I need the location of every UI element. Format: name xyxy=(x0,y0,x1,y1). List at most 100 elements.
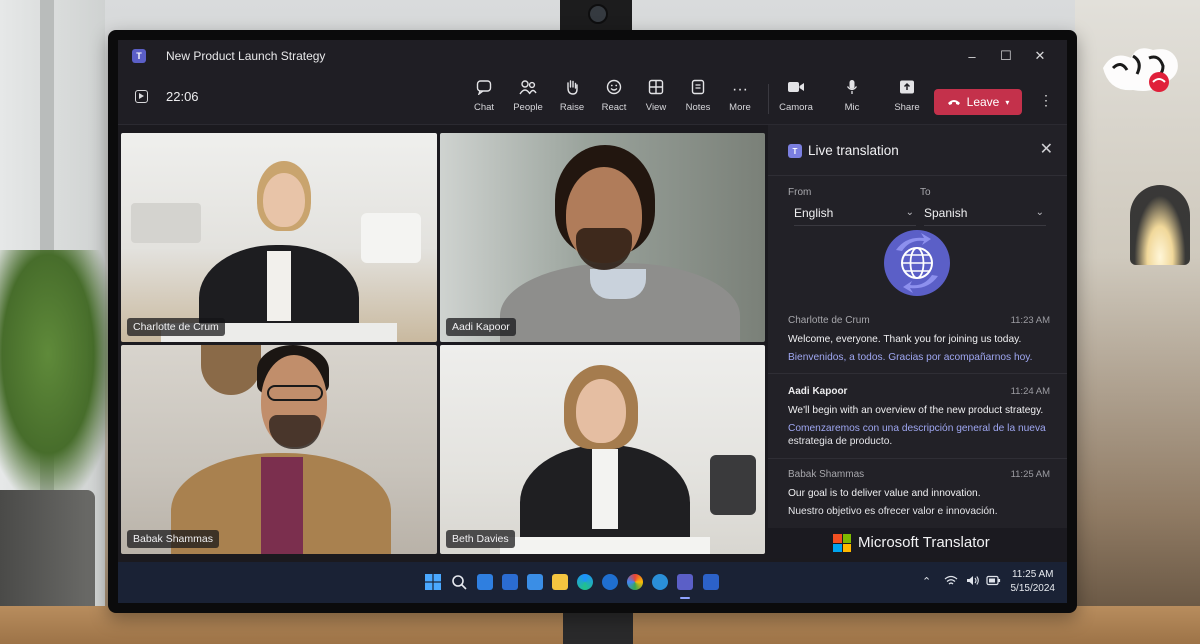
chevron-up-icon[interactable]: ⌃ xyxy=(922,575,931,588)
panel-title: Live translation xyxy=(808,143,899,158)
more-icon: ··· xyxy=(732,81,748,98)
webcam-lens xyxy=(588,4,608,24)
teams-logo-icon: T xyxy=(132,49,146,63)
outlook-icon[interactable] xyxy=(703,574,719,590)
translator-footer: Microsoft Translator xyxy=(768,528,1067,558)
translation-message: Babak Shammas 11:25 AM Our goal is to de… xyxy=(788,469,1050,519)
active-app-indicator xyxy=(680,597,690,599)
battery-icon[interactable] xyxy=(986,575,1001,589)
mic-button[interactable]: Mic xyxy=(830,79,874,113)
search-icon[interactable] xyxy=(451,574,467,590)
teams-icon[interactable] xyxy=(677,574,693,590)
chat-button[interactable]: Chat xyxy=(462,79,506,113)
message-translation: Comenzaremos con una descripción general… xyxy=(788,423,1050,448)
notes-icon xyxy=(676,79,720,101)
translation-part: descripción general de la nueva xyxy=(901,423,1046,434)
react-button[interactable]: React xyxy=(592,79,636,113)
participant-name: Aadi Kapoor xyxy=(446,318,516,336)
camera-button[interactable]: Camora xyxy=(774,79,818,113)
leave-label: Leave xyxy=(966,95,1000,109)
participant-name: Beth Davies xyxy=(446,530,515,548)
volume-icon[interactable] xyxy=(966,575,979,589)
grid-icon xyxy=(634,79,678,101)
app-icon[interactable] xyxy=(652,574,668,590)
notes-button[interactable]: Notes xyxy=(676,79,720,113)
notes-label: Notes xyxy=(685,102,711,113)
video-tile[interactable]: Aadi Kapoor xyxy=(440,133,765,342)
people-icon xyxy=(506,79,550,101)
video-tile[interactable]: Beth Davies xyxy=(440,345,765,554)
message-time: 11:25 AM xyxy=(1010,469,1050,480)
maximize-button[interactable]: ☐ xyxy=(989,48,1023,64)
store-icon[interactable] xyxy=(527,574,543,590)
app-icon[interactable] xyxy=(502,574,518,590)
message-translation: Nuestro objetivo es ofrecer valor e inno… xyxy=(788,506,998,517)
taskbar: ⌃ 11:25 AM 5/15/2024 xyxy=(118,562,1067,603)
from-label: From xyxy=(788,187,812,198)
meeting-timer-icon xyxy=(135,90,148,103)
menu-lines-icon[interactable]: ⋮ xyxy=(1039,92,1053,109)
chevron-down-icon: ⌄ xyxy=(905,207,914,218)
from-language-select[interactable]: English ⌄ xyxy=(794,203,916,226)
participant-video xyxy=(121,133,437,342)
panel-divider xyxy=(768,175,1067,176)
message-original: We'll begin with an overview of the new … xyxy=(788,405,1044,416)
browser-icon[interactable] xyxy=(602,574,618,590)
close-window-button[interactable]: ✕ xyxy=(1023,48,1057,64)
taskbar-clock[interactable]: 11:25 AM 5/15/2024 xyxy=(1011,568,1056,596)
message-original: Welcome, everyone. Thank you for joining… xyxy=(788,334,1022,345)
chat-icon xyxy=(462,79,506,101)
window-title: New Product Launch Strategy xyxy=(166,49,326,63)
to-label: To xyxy=(920,187,931,198)
to-language-select[interactable]: Spanish ⌄ xyxy=(924,203,1046,226)
title-bar: T New Product Launch Strategy – ☐ ✕ xyxy=(118,40,1067,72)
video-tile[interactable]: Charlotte de Crum xyxy=(121,133,437,342)
participant-name: Charlotte de Crum xyxy=(127,318,225,336)
window-controls: – ☐ ✕ xyxy=(955,40,1057,72)
mic-icon xyxy=(830,79,874,101)
chevron-down-icon: ⌄ xyxy=(1035,207,1044,218)
message-divider xyxy=(768,458,1067,459)
watermark-logo xyxy=(1103,48,1178,92)
video-tile[interactable]: Babak Shammas xyxy=(121,345,437,554)
hand-icon xyxy=(550,79,594,101)
monitor: T New Product Launch Strategy – ☐ ✕ 22:0… xyxy=(108,30,1077,613)
meeting-timer: 22:06 xyxy=(166,89,199,104)
raise-hand-button[interactable]: Raise xyxy=(550,79,594,113)
live-translation-panel: T Live translation ✕ From To English ⌄ S… xyxy=(768,125,1067,558)
teams-logo-icon: T xyxy=(788,144,802,158)
share-icon xyxy=(885,79,929,101)
more-button[interactable]: ··· More xyxy=(718,79,762,113)
chevron-down-icon: ▾ xyxy=(1005,97,1010,107)
view-label: View xyxy=(645,102,667,113)
meeting-toolbar: 22:06 Chat People Raise React View Notes… xyxy=(118,72,1067,125)
smile-icon xyxy=(592,79,636,101)
mic-label: Mic xyxy=(844,102,860,113)
leave-button[interactable]: Leave ▾ xyxy=(934,89,1022,115)
people-label: People xyxy=(513,102,543,113)
folder-icon[interactable] xyxy=(552,574,568,590)
screen: T New Product Launch Strategy – ☐ ✕ 22:0… xyxy=(118,40,1067,603)
from-language-value: English xyxy=(794,206,834,220)
translation-part: Comenzaremos con una xyxy=(788,423,899,434)
background-plant xyxy=(0,250,120,510)
participant-video xyxy=(440,345,765,554)
edge-icon[interactable] xyxy=(577,574,593,590)
share-button[interactable]: Share xyxy=(885,79,929,113)
people-button[interactable]: People xyxy=(506,79,550,113)
windows-start-icon[interactable] xyxy=(425,574,441,590)
close-icon[interactable]: ✕ xyxy=(1040,139,1053,159)
wifi-icon[interactable] xyxy=(944,575,958,589)
background-lamp xyxy=(1130,185,1190,265)
participant-name: Babak Shammas xyxy=(127,530,219,548)
minimize-button[interactable]: – xyxy=(955,49,989,64)
view-button[interactable]: View xyxy=(634,79,678,113)
share-label: Share xyxy=(894,102,920,113)
toolbar-divider xyxy=(768,84,769,114)
more-label: More xyxy=(729,102,751,113)
message-divider xyxy=(768,373,1067,374)
react-label: React xyxy=(601,102,627,113)
copilot-icon[interactable] xyxy=(477,574,493,590)
camera-label: Camora xyxy=(779,102,813,113)
chrome-icon[interactable] xyxy=(627,574,643,590)
